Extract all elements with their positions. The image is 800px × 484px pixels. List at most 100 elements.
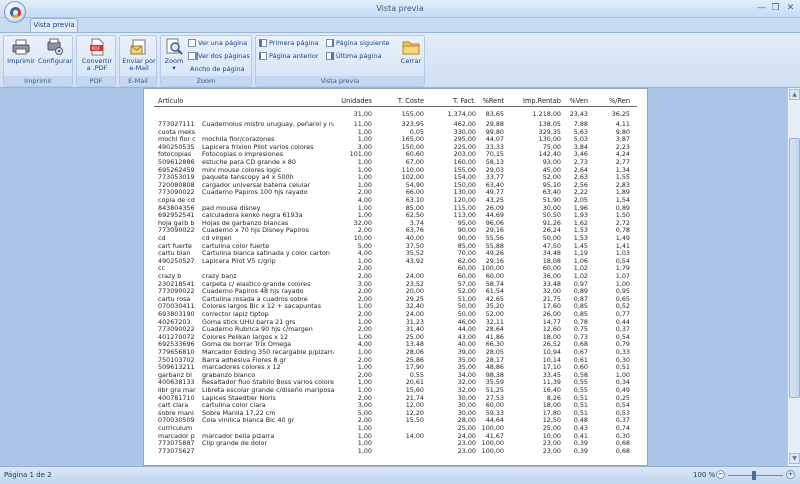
cell-imp-rentab: 52,00 bbox=[542, 174, 561, 182]
cell-codigo: crazy b bbox=[158, 273, 182, 280]
cell-pct-ren: 0,51 bbox=[615, 364, 630, 372]
table-row: 693803190 corrector lapiz tiptop 2,00 24,00… bbox=[144, 311, 647, 319]
cell-imp-rentab: 26,24 bbox=[542, 227, 561, 235]
cell-pct-ven: 0,73 bbox=[573, 333, 588, 341]
totals-row: 31,00 155,00 1.374,00 83,65 1.218,00 23,… bbox=[144, 111, 647, 119]
header-t-coste: T. Coste bbox=[397, 97, 424, 105]
cell-pct-ren: 1,07 bbox=[615, 273, 630, 280]
vertical-scrollbar[interactable]: ▲ ▼ bbox=[787, 88, 800, 466]
zoom-slider-thumb[interactable] bbox=[752, 471, 756, 480]
send-email-button[interactable]: Enviar por e-Mail bbox=[121, 38, 157, 76]
cell-pct-rent: 41,67 bbox=[485, 432, 504, 440]
close-preview-button[interactable]: Cerrar bbox=[398, 38, 424, 76]
total-unidades: 31,00 bbox=[353, 111, 372, 118]
scroll-down-icon[interactable]: ▼ bbox=[789, 453, 800, 464]
cell-codigo: marcador p bbox=[158, 432, 195, 440]
zoom-out-button[interactable]: − bbox=[716, 470, 725, 479]
cell-t-fact: 60,00 bbox=[457, 273, 476, 280]
cell-codigo: cc bbox=[158, 265, 166, 273]
last-page-button[interactable]: Última página bbox=[326, 51, 381, 62]
cell-imp-rentab: 11,39 bbox=[542, 379, 561, 387]
minimize-button[interactable]: — bbox=[756, 3, 767, 14]
cell-pct-rent: 55,88 bbox=[485, 242, 504, 250]
cell-codigo: 773090022 bbox=[158, 326, 195, 334]
cell-unidades: 2,00 bbox=[357, 394, 372, 402]
zoom-in-button[interactable]: + bbox=[786, 470, 795, 479]
cell-imp-rentab: 142,40 bbox=[538, 151, 561, 159]
cell-pct-ven: 2,05 bbox=[573, 197, 588, 204]
app-logo-icon[interactable] bbox=[4, 1, 26, 23]
cell-unidades: 2,00 bbox=[357, 356, 372, 364]
previous-page-button[interactable]: Página anterior bbox=[259, 51, 319, 62]
cell-codigo: copia de cd bbox=[158, 197, 195, 204]
cell-unidades: 2,00 bbox=[357, 288, 372, 296]
cell-unidades: 10,00 bbox=[353, 235, 372, 242]
cell-t-coste: 21,74 bbox=[405, 394, 424, 402]
cell-pct-rent: 100,00 bbox=[481, 447, 504, 455]
table-row: mochi flor c mochila flor/corazones 1,00 16… bbox=[144, 136, 647, 144]
close-window-button[interactable]: ✕ bbox=[785, 3, 796, 14]
cell-descripcion: Libreta escolar grande c/diseño mariposa bbox=[202, 387, 334, 394]
cell-codigo: hoja garb b bbox=[158, 219, 195, 227]
cell-pct-ven: 1,02 bbox=[573, 273, 588, 280]
table-row: 695262459 mini mouse colores logic 1,00 110… bbox=[144, 166, 647, 175]
cell-t-fact: 154,00 bbox=[453, 174, 476, 182]
cell-descripcion: cd virgen bbox=[202, 235, 232, 242]
cell-t-coste: 40,00 bbox=[405, 235, 424, 242]
cell-pct-rent: 27,53 bbox=[485, 394, 504, 402]
cell-pct-ven: 0,85 bbox=[573, 311, 588, 318]
cell-descripcion: Lapices Staedtler Noris bbox=[202, 394, 276, 402]
print-button[interactable]: Imprimir bbox=[6, 38, 36, 76]
cell-pct-ven: 0,55 bbox=[573, 379, 588, 387]
table-row: 779656810 Marcador Edding 350 recargable … bbox=[144, 349, 647, 357]
table-row: 490250527 Lapicera Pilot V5 c/grip 1,00 43,… bbox=[144, 258, 647, 266]
two-pages-button[interactable]: Ver dos páginas bbox=[188, 51, 250, 62]
cell-pct-ren: 1,50 bbox=[615, 212, 630, 220]
configure-button[interactable]: Configurar bbox=[38, 38, 72, 76]
cell-descripcion: Cuaderno Papiros 100 hjs rayado bbox=[202, 189, 308, 197]
cell-pct-rent: 35,59 bbox=[485, 379, 504, 387]
scroll-up-icon[interactable]: ▲ bbox=[789, 89, 800, 100]
cell-pct-rent: 42,65 bbox=[485, 295, 504, 303]
tab-vista-previa[interactable]: Vista previa bbox=[30, 18, 78, 33]
cell-pct-ren: 2,72 bbox=[615, 219, 630, 227]
cell-codigo: 070030411 bbox=[158, 303, 195, 311]
first-page-button[interactable]: Primera página bbox=[259, 38, 318, 49]
table-row: 773027111 Cuadernolus mistro uruguay, peñ… bbox=[144, 121, 647, 129]
cell-imp-rentab: 130,00 bbox=[538, 136, 561, 144]
cell-pct-rent: 61,54 bbox=[485, 288, 504, 296]
cell-unidades: 3,00 bbox=[357, 143, 372, 151]
cell-pct-ven: 0,60 bbox=[573, 364, 588, 372]
ribbon: Imprimir Configurar Imprimir PDF Convert… bbox=[0, 32, 800, 88]
cell-descripcion: mini mouse colores logic bbox=[202, 166, 282, 174]
next-page-button[interactable]: Página siguiente bbox=[326, 38, 390, 49]
close-preview-label: Cerrar bbox=[400, 57, 422, 65]
cell-imp-rentab: 50,00 bbox=[542, 235, 561, 242]
one-page-button[interactable]: Ver una página bbox=[188, 38, 247, 49]
cell-descripcion: Marcador Edding 350 recargable p/pizarra bbox=[202, 349, 334, 356]
cell-imp-rentab: 26,52 bbox=[542, 341, 561, 349]
table-row: 750103702 Barra adhesiva Flores 8 gr 2,00 2… bbox=[144, 356, 647, 365]
cell-pct-rent: 44,07 bbox=[485, 136, 504, 144]
cell-pct-ren: 0,44 bbox=[615, 318, 630, 326]
cell-imp-rentab: 63,40 bbox=[542, 189, 561, 197]
cell-codigo: 773090022 bbox=[158, 189, 195, 197]
table-row: 773090022 Cuaderno Rubrica 90 hjs c/marge… bbox=[144, 326, 647, 334]
convert-pdf-button[interactable]: PDF Convertir a .PDF bbox=[79, 38, 115, 76]
page-width-button[interactable]: Ancho de página bbox=[190, 64, 245, 75]
cell-unidades: 4,00 bbox=[357, 197, 372, 204]
cell-unidades: 11,00 bbox=[353, 121, 372, 128]
cell-pct-rent: 48,86 bbox=[485, 364, 504, 372]
cell-imp-rentab: 17,60 bbox=[542, 303, 561, 311]
cell-t-coste: 20,00 bbox=[405, 288, 424, 296]
cell-pct-ven: 1,02 bbox=[573, 265, 588, 273]
table-row: 509613211 marcadores colores x 12 1,00 17,9… bbox=[144, 364, 647, 372]
cell-pct-ven: 1,45 bbox=[573, 242, 588, 250]
cell-unidades: 1,00 bbox=[357, 318, 372, 326]
scroll-thumb[interactable] bbox=[789, 138, 800, 398]
restore-button[interactable]: ❐ bbox=[770, 3, 781, 14]
cell-codigo: 773075627 bbox=[158, 447, 195, 455]
cell-t-coste: 37,50 bbox=[405, 242, 424, 250]
zoom-button[interactable]: Zoom ▾ bbox=[162, 38, 186, 76]
group-vista-previa-label: Vista previa bbox=[256, 76, 424, 86]
